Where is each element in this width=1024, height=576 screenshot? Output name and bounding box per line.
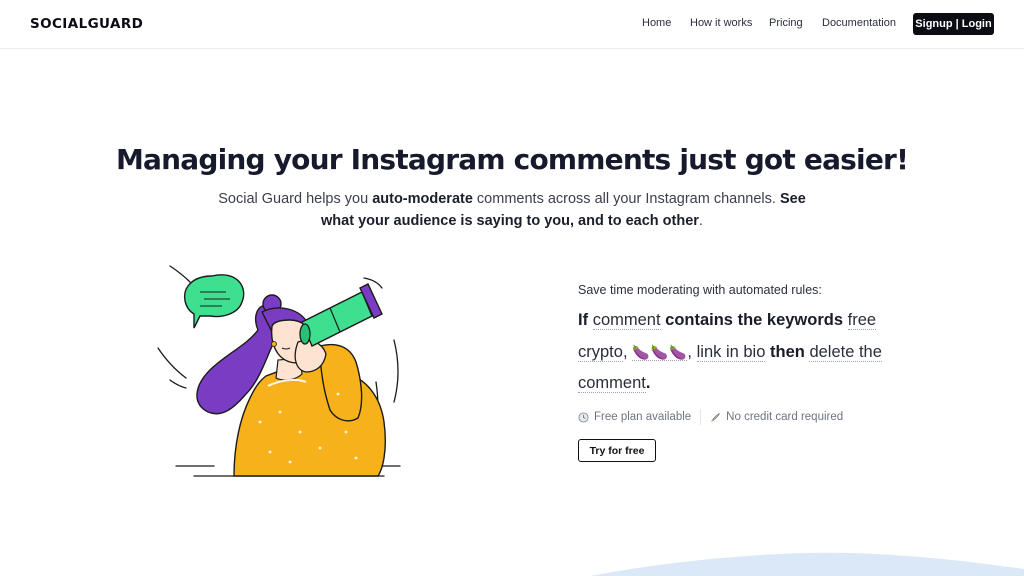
- rocket-icon: [711, 412, 721, 422]
- rule-comma-2: ,: [687, 342, 693, 361]
- rule-then: then: [770, 342, 805, 361]
- rule-if: If: [578, 311, 589, 329]
- perk-free-plan-label: Free plan available: [594, 411, 692, 423]
- perk-no-card-label: No credit card required: [726, 411, 844, 423]
- character-body: [233, 365, 387, 477]
- rule-comma-1: ,: [622, 342, 628, 361]
- try-for-free-button[interactable]: Try for free: [578, 439, 656, 462]
- sub-bold-1: auto-moderate: [372, 191, 473, 207]
- top-nav: SOCIALGUARD Home How it works Pricing Do…: [0, 0, 1024, 49]
- sub-text-3: .: [698, 213, 703, 229]
- rule-keyword-emoji[interactable]: 🍆🍆🍆: [632, 343, 688, 361]
- hero-illustration: [157, 265, 401, 477]
- rule-period: .: [645, 374, 651, 392]
- perk-free-plan: Free plan available: [578, 411, 691, 423]
- sub-text-1: Social Guard helps you: [218, 191, 373, 207]
- rule-field[interactable]: comment: [592, 311, 661, 330]
- bottom-wave-decoration: [590, 552, 1024, 576]
- nav-pricing[interactable]: Pricing: [769, 17, 803, 29]
- headline-end: !: [896, 143, 909, 176]
- sub-text-2: comments across all your Instagram chann…: [472, 191, 780, 207]
- signup-login-button[interactable]: Signup | Login: [913, 13, 994, 35]
- headline-highlight: just got easier: [679, 143, 897, 176]
- hero-subtitle: Social Guard helps you auto-moderate com…: [212, 188, 812, 232]
- rule-keyword-2[interactable]: link in bio: [696, 342, 766, 362]
- perks-row: Free plan available No credit card requi…: [578, 408, 843, 426]
- headline-text: Managing your Instagram comments: [115, 143, 680, 176]
- nav-documentation[interactable]: Documentation: [822, 17, 896, 29]
- rule-sentence: If comment contains the keywords free cr…: [578, 305, 888, 400]
- rule-intro: Save time moderating with automated rule…: [578, 283, 822, 297]
- nav-home[interactable]: Home: [642, 17, 671, 29]
- perk-divider: [700, 409, 702, 425]
- clock-icon: [578, 411, 589, 423]
- perk-no-card: No credit card required: [710, 411, 843, 423]
- logo[interactable]: SOCIALGUARD: [30, 16, 143, 32]
- rule-operator: contains the keywords: [665, 311, 844, 329]
- telescope-icon: [299, 283, 383, 347]
- speech-bubble-icon: [183, 274, 245, 329]
- hero-headline: Managing your Instagram comments just go…: [0, 143, 1024, 176]
- nav-how-it-works[interactable]: How it works: [690, 17, 752, 29]
- headline-highlight-text: just got easier: [679, 143, 897, 176]
